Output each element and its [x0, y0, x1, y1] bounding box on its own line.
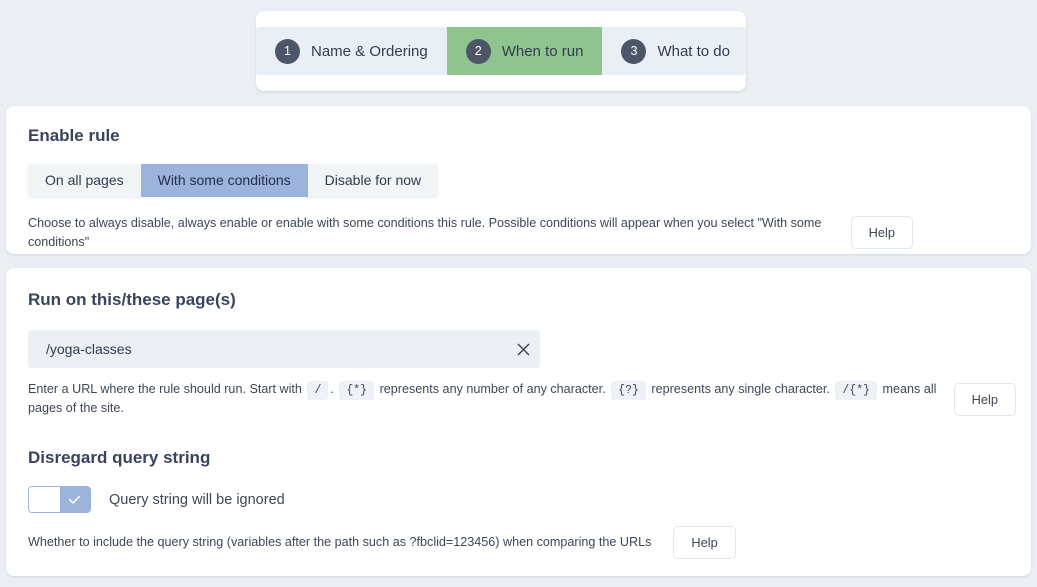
url-code-star: {*}	[339, 381, 375, 400]
run-on-pages-panel: Run on this/these page(s) Enter a URL wh…	[6, 268, 1031, 576]
url-code-question: {?}	[611, 381, 646, 400]
enable-rule-panel: Enable rule On all pages With some condi…	[6, 106, 1031, 254]
url-help-row: Enter a URL where the rule should run. S…	[28, 380, 1016, 418]
enable-rule-help-row: Choose to always disable, always enable …	[28, 214, 913, 252]
step-number-badge: 1	[275, 38, 300, 64]
url-help-part-3: represents any number of any character.	[379, 382, 606, 396]
query-string-toggle[interactable]	[28, 486, 91, 513]
segment-with-some-conditions[interactable]: With some conditions	[140, 164, 308, 197]
enable-rule-help-button[interactable]: Help	[850, 216, 913, 250]
step-label: Name & Ordering	[311, 42, 428, 60]
segment-disable-for-now[interactable]: Disable for now	[307, 164, 439, 197]
segment-on-all-pages[interactable]: On all pages	[28, 164, 141, 197]
query-string-toggle-row: Query string will be ignored	[28, 486, 285, 513]
step-name-and-ordering[interactable]: 1 Name & Ordering	[256, 27, 447, 75]
check-icon	[59, 487, 90, 512]
enable-rule-help-text: Choose to always disable, always enable …	[28, 216, 822, 249]
url-pattern-input[interactable]	[28, 340, 506, 358]
url-pattern-field[interactable]	[28, 330, 540, 368]
url-help-part-1: Enter a URL where the rule should run. S…	[28, 382, 302, 396]
query-string-title: Disregard query string	[28, 448, 211, 467]
enable-rule-segmented-control: On all pages With some conditions Disabl…	[28, 164, 439, 197]
url-help-part-4: represents any single character.	[651, 382, 830, 396]
query-string-help-text: Whether to include the query string (var…	[28, 535, 652, 550]
query-string-toggle-label: Query string will be ignored	[109, 491, 285, 508]
url-help-text: Enter a URL where the rule should run. S…	[28, 380, 954, 418]
url-help-part-2: .	[330, 382, 334, 396]
url-code-slash-star: /{*}	[835, 381, 878, 400]
step-what-to-do[interactable]: 3 What to do	[602, 27, 746, 75]
run-on-pages-title: Run on this/these page(s)	[28, 290, 236, 309]
query-string-help-row: Whether to include the query string (var…	[28, 526, 736, 559]
step-label: What to do	[657, 42, 730, 60]
query-string-help-button[interactable]: Help	[673, 526, 736, 559]
url-help-button[interactable]: Help	[953, 382, 1016, 416]
step-number-badge: 3	[621, 38, 647, 64]
url-code-slash: /	[307, 381, 329, 400]
step-number-badge: 2	[465, 38, 491, 64]
enable-rule-title: Enable rule	[28, 126, 120, 145]
step-when-to-run[interactable]: 2 When to run	[446, 27, 603, 75]
wizard-stepper-card: 1 Name & Ordering 2 When to run 3 What t…	[256, 11, 746, 91]
close-icon[interactable]	[506, 330, 540, 368]
toggle-knob	[29, 487, 60, 512]
wizard-stepper: 1 Name & Ordering 2 When to run 3 What t…	[256, 27, 746, 75]
step-label: When to run	[501, 42, 584, 60]
